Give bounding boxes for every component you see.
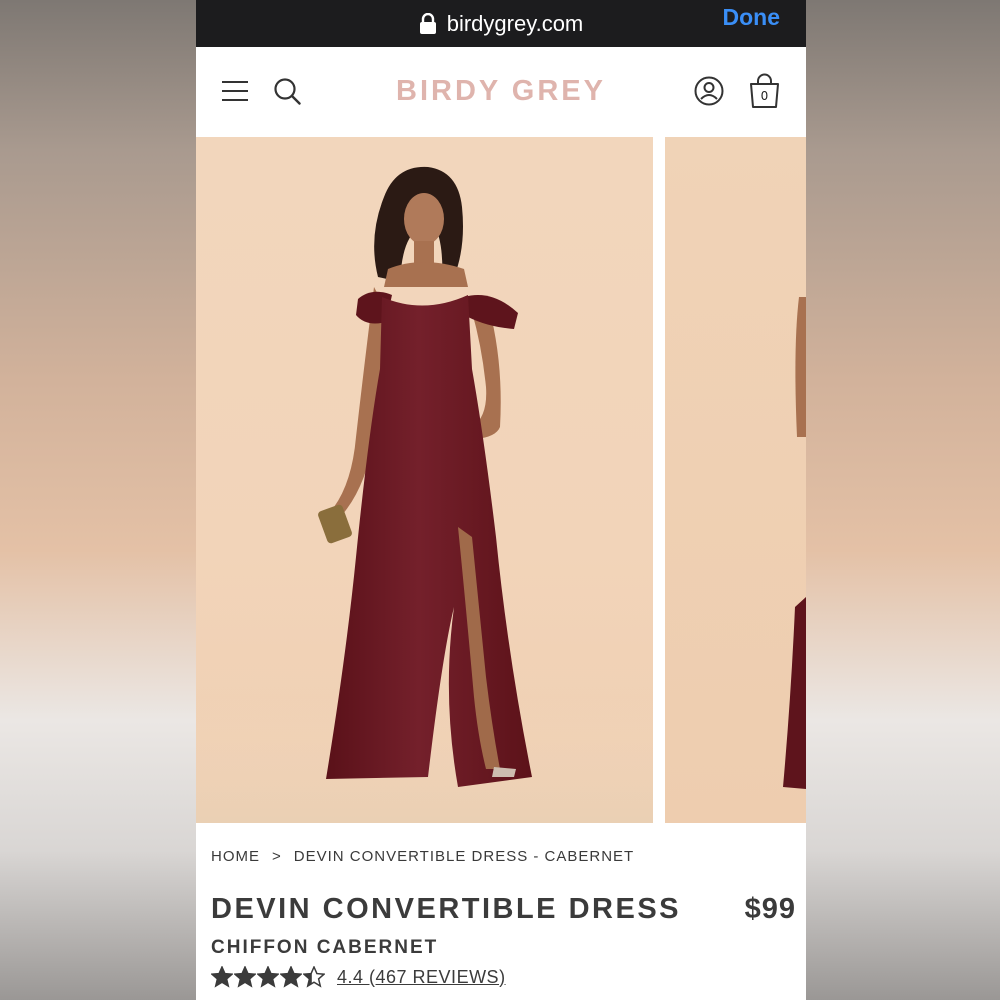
product-image-main[interactable] xyxy=(196,137,653,823)
model-partial-illustration xyxy=(783,297,806,789)
browser-url-bar: birdygrey.com Done xyxy=(196,0,806,47)
star-icon xyxy=(234,966,256,988)
background-blur-right xyxy=(806,0,1000,1000)
cart-count: 0 xyxy=(760,89,769,103)
rating-row: 4.4 (467 REVIEWS) xyxy=(211,966,506,988)
background-blur-left xyxy=(0,0,196,1000)
lock-icon xyxy=(419,12,436,34)
url-field[interactable]: birdygrey.com xyxy=(419,10,584,37)
product-title: DEVIN CONVERTIBLE DRESS xyxy=(211,893,681,925)
product-color: CHIFFON CABERNET xyxy=(211,937,439,958)
account-icon[interactable] xyxy=(694,76,724,106)
product-image-gallery xyxy=(196,137,806,823)
breadcrumb: HOME > DEVIN CONVERTIBLE DRESS - CABERNET xyxy=(211,848,634,865)
model-wearing-dress-illustration xyxy=(196,166,653,823)
site-header: BIRDY GREY 0 xyxy=(196,47,806,137)
breadcrumb-separator: > xyxy=(272,848,282,865)
star-icon xyxy=(211,966,233,988)
url-text: birdygrey.com xyxy=(446,10,584,36)
star-icon xyxy=(303,966,325,988)
breadcrumb-current: DEVIN CONVERTIBLE DRESS - CABERNET xyxy=(293,848,635,865)
product-price: $99 xyxy=(744,893,796,925)
breadcrumb-home-link[interactable]: HOME xyxy=(211,848,260,865)
phone-screen: birdygrey.com Done BIRDY GREY 0 HOME > D… xyxy=(196,0,806,1000)
star-icon xyxy=(280,966,302,988)
product-title-row: DEVIN CONVERTIBLE DRESS $99 xyxy=(211,893,795,933)
star-icon xyxy=(257,966,279,988)
star-rating xyxy=(211,966,325,988)
product-image-next[interactable] xyxy=(665,137,806,823)
reviews-link[interactable]: 4.4 (467 REVIEWS) xyxy=(337,967,506,988)
done-button[interactable]: Done xyxy=(723,4,781,31)
